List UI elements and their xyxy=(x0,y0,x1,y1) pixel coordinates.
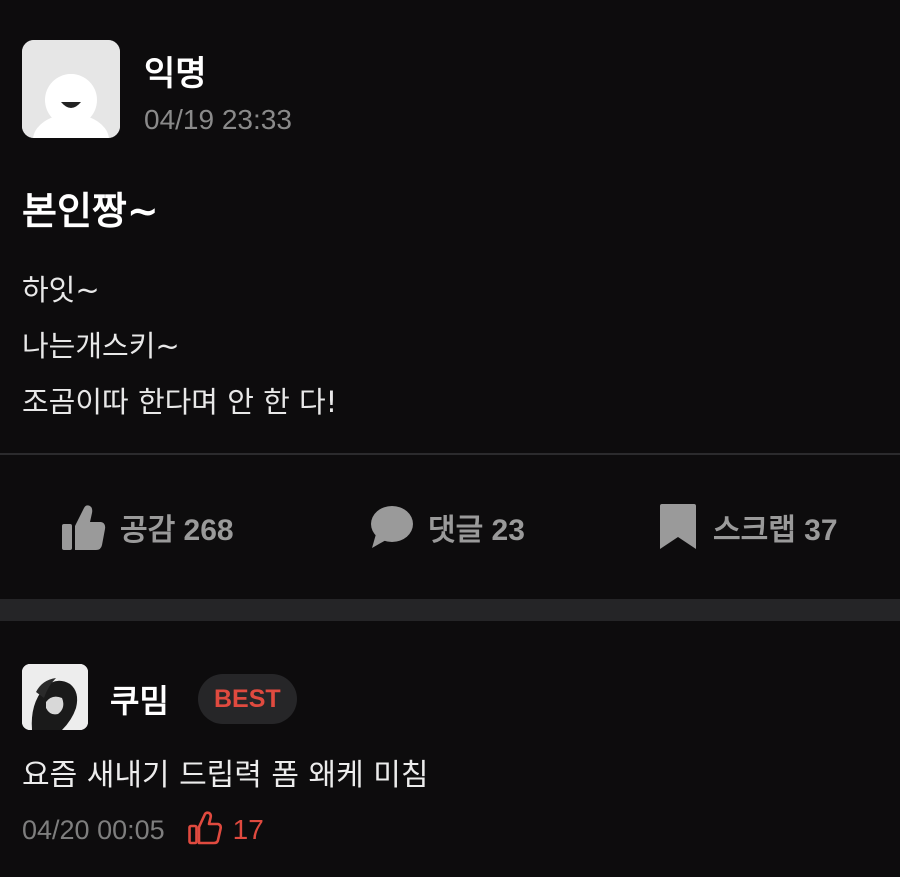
bookmark-icon xyxy=(657,503,699,551)
comment-timestamp: 04/20 00:05 xyxy=(22,814,165,845)
comment-like-button[interactable]: 17 xyxy=(187,810,264,850)
best-badge: BEST xyxy=(198,674,297,724)
post-body-line: 조곰이따 한다며 안 한 다! xyxy=(22,385,338,419)
commenter-avatar[interactable] xyxy=(22,664,88,730)
post-title: 본인짱~ xyxy=(22,189,159,233)
comment-like-count: 17 xyxy=(232,814,264,845)
best-comment: 쿠밈 BEST 요즘 새내기 드립력 폼 왜케 미침 04/20 00:05 1… xyxy=(22,664,882,864)
section-separator xyxy=(0,599,900,621)
post-body-line: 나는개스키~ xyxy=(22,329,180,363)
comment-count: 댓글 23 xyxy=(428,514,525,547)
anonymous-avatar-icon xyxy=(22,40,120,138)
thumbs-up-outline-icon xyxy=(187,810,223,850)
post-body: 하잇~ 나는개스키~ 조곰이따 한다며 안 한 다! xyxy=(22,262,337,430)
comment-text: 요즘 새내기 드립력 폼 왜케 미침 xyxy=(22,758,429,793)
divider xyxy=(0,453,900,455)
comment-button[interactable]: 댓글 23 xyxy=(370,496,525,558)
post-action-bar: 공감 268 댓글 23 스크랩 37 xyxy=(0,496,900,558)
scrap-count: 스크랩 37 xyxy=(713,514,838,547)
post-timestamp: 04/19 23:33 xyxy=(144,104,292,135)
speech-bubble-icon xyxy=(370,504,414,550)
thumbs-up-icon xyxy=(60,502,106,552)
post-header: 익명 04/19 23:33 xyxy=(22,40,722,138)
scrap-button[interactable]: 스크랩 37 xyxy=(657,496,838,558)
like-count: 공감 268 xyxy=(120,514,234,547)
like-button[interactable]: 공감 268 xyxy=(60,496,234,558)
comment-meta: 04/20 00:05 17 xyxy=(22,810,264,850)
post-body-line: 하잇~ xyxy=(22,273,100,307)
post-author: 익명 xyxy=(144,54,207,94)
comment-author: 쿠밈 xyxy=(110,682,169,720)
